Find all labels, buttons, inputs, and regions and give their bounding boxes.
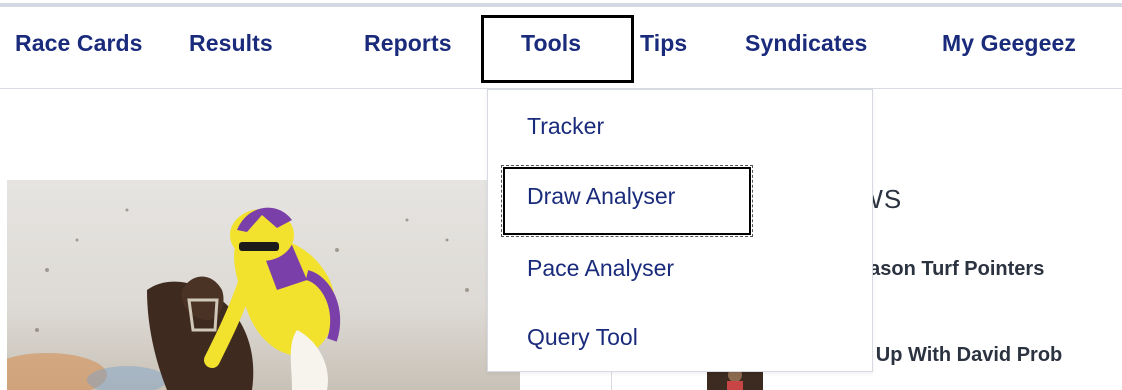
hero-image[interactable]	[7, 180, 520, 390]
dropdown-item-query-tool[interactable]: Query Tool	[527, 324, 638, 351]
nav-syndicates[interactable]: Syndicates	[745, 30, 867, 57]
draw-analyser-focus-outline	[501, 165, 753, 237]
main-nav: Race Cards Results Reports Tools Tips Sy…	[0, 0, 1122, 88]
nav-my-geegeez[interactable]: My Geegeez	[942, 30, 1076, 57]
news-item-turf-pointers[interactable]: eason Turf Pointers	[858, 258, 1044, 281]
nav-race-cards[interactable]: Race Cards	[15, 30, 143, 57]
news-item-david-probert[interactable]: g Up With David Prob	[858, 344, 1062, 367]
tools-focus-outline	[481, 15, 634, 83]
nav-results[interactable]: Results	[189, 30, 273, 57]
nav-reports[interactable]: Reports	[364, 30, 452, 57]
nav-tips[interactable]: Tips	[640, 30, 687, 57]
dropdown-item-pace-analyser[interactable]: Pace Analyser	[527, 255, 674, 282]
tools-dropdown-menu: Tracker Draw Analyser Pace Analyser Quer…	[487, 89, 873, 372]
dropdown-item-tracker[interactable]: Tracker	[527, 113, 604, 140]
jockey-photo	[7, 180, 520, 390]
